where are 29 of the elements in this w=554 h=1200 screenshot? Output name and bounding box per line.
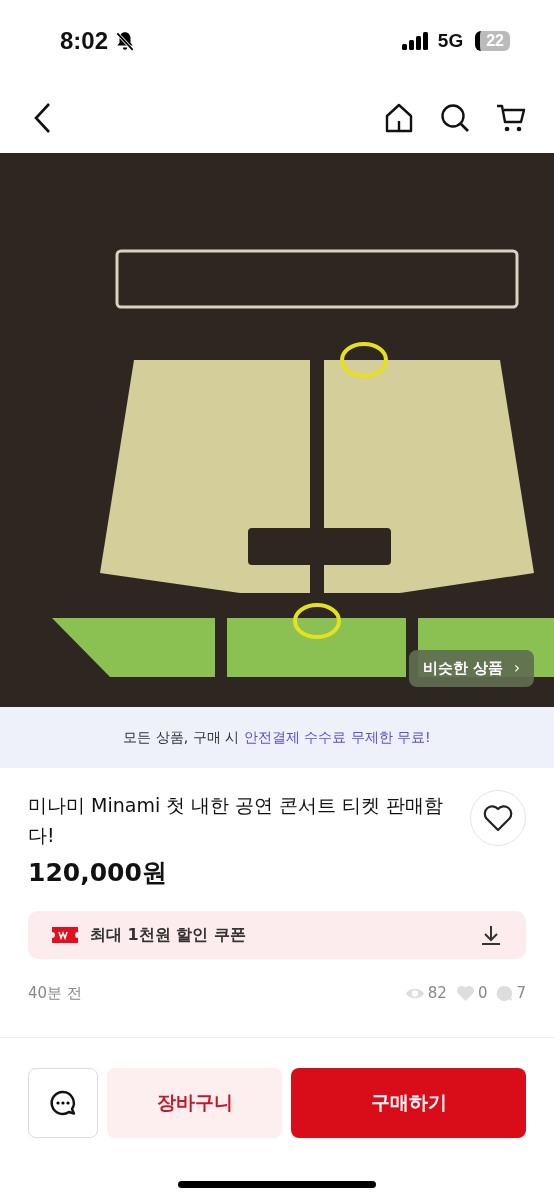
heart-icon <box>455 984 475 1002</box>
product-title: 미나미 Minami 첫 내한 공연 콘서트 티켓 판매함다! <box>28 793 445 848</box>
muted-bell-icon <box>114 30 137 52</box>
coupon-button[interactable]: 최대 1천원 할인 쿠폰 <box>28 911 526 959</box>
search-icon[interactable] <box>440 102 470 133</box>
chat-button[interactable] <box>28 1068 98 1138</box>
like-button[interactable] <box>470 790 526 846</box>
similar-products-button[interactable]: 비슷한 상품 › <box>408 650 534 687</box>
status-time: 8:02 <box>60 27 109 55</box>
chat-icon <box>49 1089 77 1117</box>
buy-button[interactable]: 구매하기 <box>291 1068 526 1138</box>
heart-icon <box>483 804 513 832</box>
coupon-icon <box>52 927 78 943</box>
comment-count: 7 <box>516 984 526 1002</box>
view-count: 82 <box>427 984 447 1002</box>
network-label: 5G <box>437 30 464 52</box>
home-icon[interactable] <box>384 102 414 133</box>
download-icon[interactable] <box>480 924 502 946</box>
product-price: 120,000원 <box>28 857 168 889</box>
signal-icon <box>401 32 430 50</box>
chat-bubble-icon <box>496 984 514 1002</box>
notice-banner-text: 모든 상품, 구매 시 안전결제 수수료 무제한 무료! <box>123 728 431 747</box>
like-count: 0 <box>477 984 488 1002</box>
cart-button[interactable]: 장바구니 <box>107 1068 282 1138</box>
battery-indicator: 22 <box>475 31 510 51</box>
back-icon[interactable] <box>33 101 53 134</box>
posted-time: 40분 전 <box>28 983 82 1003</box>
coupon-text: 최대 1천원 할인 쿠폰 <box>90 924 246 946</box>
cart-icon[interactable] <box>496 102 526 133</box>
